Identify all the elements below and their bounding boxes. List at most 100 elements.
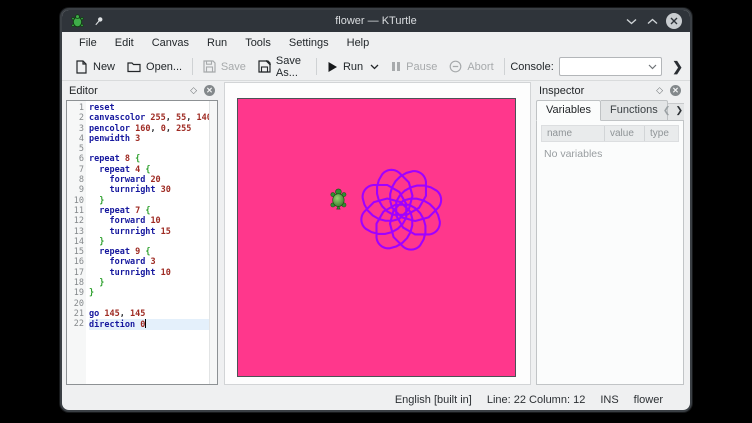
inspector-float-icon[interactable]: ◇ [656, 85, 663, 96]
code-line[interactable]: penwidth 3 [89, 134, 209, 144]
run-speed-dropdown-icon[interactable] [370, 64, 379, 70]
abort-icon [449, 60, 462, 73]
line-number: 21 [67, 309, 84, 319]
code-line[interactable]: repeat 8 { [89, 154, 209, 164]
text-cursor [145, 319, 146, 328]
line-number: 18 [67, 278, 84, 288]
line-number: 10 [67, 196, 84, 206]
code-line[interactable]: } [89, 278, 209, 288]
inspector-panel-header[interactable]: Inspector ◇ ✕ [536, 82, 684, 99]
column-type[interactable]: type [645, 126, 678, 141]
line-number: 1 [67, 103, 84, 113]
run-play-icon [327, 61, 338, 73]
tab-variables[interactable]: Variables [536, 100, 601, 121]
toolbar-separator [316, 58, 317, 75]
menu-item-settings[interactable]: Settings [280, 34, 338, 52]
code-line[interactable]: } [89, 196, 209, 206]
code-line[interactable]: } [89, 237, 209, 247]
canvas-panel [224, 82, 531, 385]
line-number: 2 [67, 113, 84, 123]
editor-close-icon[interactable]: ✕ [204, 85, 215, 96]
pause-button[interactable]: Pause [385, 58, 443, 76]
menu-item-canvas[interactable]: Canvas [143, 34, 198, 52]
save-button[interactable]: Save [197, 57, 252, 76]
app-turtle-icon [70, 14, 85, 29]
tab-scroll-left-icon[interactable]: ❮ [663, 105, 671, 116]
code-line[interactable]: repeat 7 { [89, 206, 209, 216]
line-number: 4 [67, 134, 84, 144]
maximize-button[interactable] [645, 14, 659, 28]
abort-button[interactable]: Abort [443, 57, 499, 76]
inspector-panel-title: Inspector [539, 85, 656, 97]
editor-panel-header[interactable]: Editor ◇ ✕ [66, 82, 218, 99]
code-line[interactable]: forward 10 [89, 216, 209, 226]
new-button[interactable]: New [69, 57, 121, 77]
line-number: 12 [67, 216, 84, 226]
column-name[interactable]: name [542, 126, 605, 141]
titlebar[interactable]: flower — KTurtle [62, 10, 690, 32]
toolbar-separator [504, 58, 505, 75]
status-filename: flower [634, 394, 663, 406]
editor-float-icon[interactable]: ◇ [190, 85, 197, 96]
pin-icon[interactable] [93, 16, 104, 27]
status-language: English [built in] [395, 394, 472, 406]
flower-drawing [361, 170, 441, 250]
menu-item-help[interactable]: Help [338, 34, 379, 52]
toolbar-separator [192, 58, 193, 75]
code-line[interactable]: forward 20 [89, 175, 209, 185]
editor-scrollbar[interactable] [209, 101, 217, 384]
tab-scroll-right-icon[interactable]: ❯ [675, 105, 683, 116]
code-line[interactable]: } [89, 288, 209, 298]
run-button[interactable]: Run [321, 58, 385, 76]
console-dropdown-icon[interactable] [648, 64, 657, 70]
turtle-sprite [331, 189, 346, 209]
code-line[interactable]: repeat 9 { [89, 247, 209, 257]
console-input[interactable] [559, 57, 662, 76]
column-value[interactable]: value [605, 126, 645, 141]
menu-item-run[interactable]: Run [198, 34, 236, 52]
line-number-gutter: 12345678910111213141516171819202122 [67, 101, 86, 384]
save-icon [203, 60, 216, 73]
tab-functions[interactable]: Functions [601, 100, 668, 121]
line-number: 9 [67, 185, 84, 195]
no-variables-message: No variables [537, 142, 683, 160]
inspector-close-icon[interactable]: ✕ [670, 85, 681, 96]
window-title: flower — KTurtle [62, 15, 690, 27]
code-line[interactable]: canvascolor 255, 55, 140 [89, 113, 209, 123]
code-text[interactable]: resetcanvascolor 255, 55, 140pencolor 16… [86, 101, 209, 384]
toolbar-expand-icon[interactable]: ❯ [672, 59, 683, 75]
code-line[interactable]: go 145, 145 [89, 309, 209, 319]
save-as-button[interactable]: Save As... [252, 52, 312, 82]
close-button[interactable] [666, 13, 682, 29]
open-button[interactable]: Open... [121, 57, 188, 76]
code-line[interactable]: turnright 10 [89, 268, 209, 278]
toolbar: New Open... Save Save As... [62, 53, 690, 81]
code-line[interactable] [89, 144, 209, 154]
menubar: File Edit Canvas Run Tools Settings Help [62, 32, 690, 53]
code-line[interactable]: repeat 4 { [89, 165, 209, 175]
status-cursor-position: Line: 22 Column: 12 [487, 394, 585, 406]
line-number: 22 [67, 319, 84, 329]
line-number: 15 [67, 247, 84, 257]
code-line[interactable]: pencolor 160, 0, 255 [89, 124, 209, 134]
line-number: 11 [67, 206, 84, 216]
menu-item-file[interactable]: File [70, 34, 106, 52]
line-number: 7 [67, 165, 84, 175]
menu-item-edit[interactable]: Edit [106, 34, 143, 52]
line-number: 14 [67, 237, 84, 247]
line-number: 16 [67, 257, 84, 267]
code-editor[interactable]: 12345678910111213141516171819202122 rese… [66, 100, 218, 385]
code-line[interactable]: reset [89, 103, 209, 113]
pause-icon [391, 61, 401, 72]
desktop: flower — KTurtle [0, 0, 752, 423]
turtle-canvas[interactable] [237, 98, 516, 377]
save-as-icon [258, 60, 271, 73]
code-line[interactable]: forward 3 [89, 257, 209, 267]
minimize-button[interactable] [624, 14, 638, 28]
editor-panel-title: Editor [69, 85, 190, 97]
code-line[interactable]: turnright 15 [89, 227, 209, 237]
code-line[interactable]: direction 0 [89, 319, 209, 329]
code-line[interactable]: turnright 30 [89, 185, 209, 195]
menu-item-tools[interactable]: Tools [236, 34, 280, 52]
code-line[interactable] [89, 299, 209, 309]
